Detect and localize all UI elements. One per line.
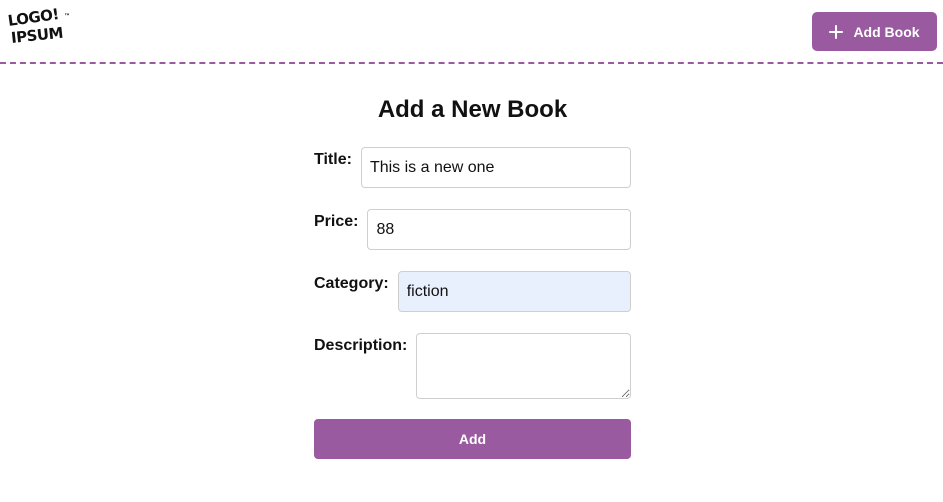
add-book-button-label: Add Book	[853, 23, 920, 40]
title-row: Title:	[314, 147, 631, 188]
add-submit-button[interactable]: Add	[314, 419, 631, 459]
add-book-form: Title: Price: Category: Description: Add	[314, 147, 631, 459]
title-label: Title:	[314, 151, 352, 168]
category-label: Category:	[314, 275, 389, 292]
price-label: Price:	[314, 213, 359, 230]
price-input[interactable]	[367, 209, 631, 250]
category-row: Category:	[314, 271, 631, 312]
logo-text-bottom: IPSUM	[10, 23, 64, 47]
category-input[interactable]	[397, 271, 631, 312]
description-row: Description:	[314, 333, 631, 399]
title-input[interactable]	[360, 147, 631, 188]
description-textarea[interactable]	[416, 333, 631, 399]
add-book-button[interactable]: Add Book	[812, 12, 937, 51]
description-label: Description:	[314, 337, 408, 354]
plus-icon	[829, 24, 844, 39]
page-title: Add a New Book	[377, 96, 568, 123]
price-row: Price:	[314, 209, 631, 250]
top-header: LOGO! IPSUM ™ Add Book	[0, 0, 943, 64]
logo-trademark: ™	[64, 13, 70, 20]
logo[interactable]: LOGO! IPSUM ™	[7, 5, 70, 51]
